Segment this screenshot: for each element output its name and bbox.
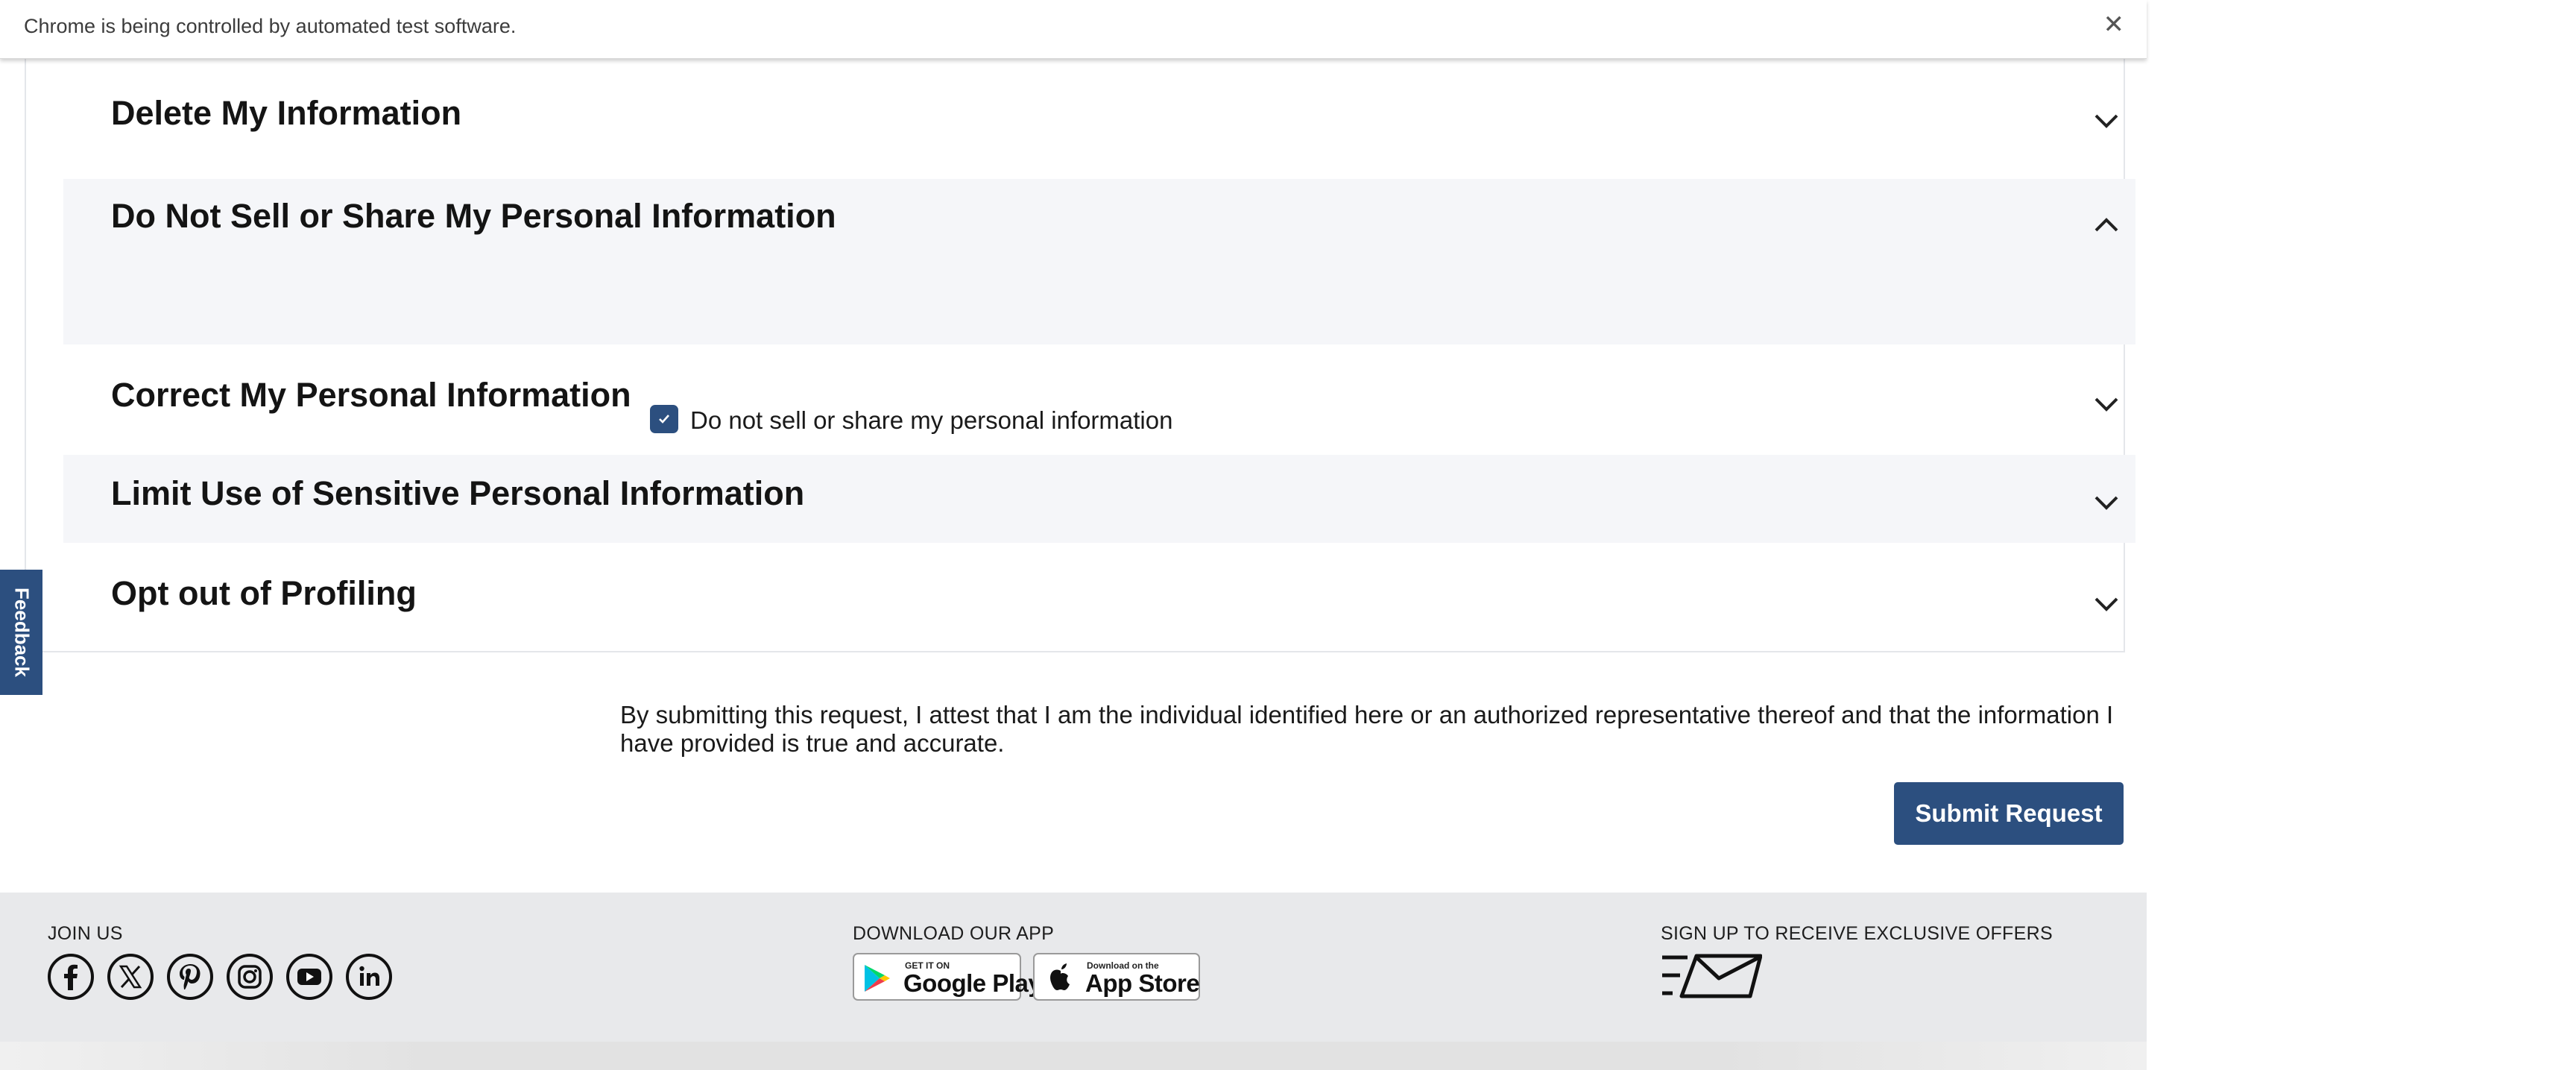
close-icon[interactable]: ✕ — [2103, 12, 2125, 37]
instagram-icon[interactable] — [226, 953, 274, 1001]
feedback-label: Feedback — [10, 588, 33, 677]
youtube-icon[interactable] — [285, 953, 333, 1001]
signup-label: SIGN UP TO RECEIVE EXCLUSIVE OFFERS — [1661, 923, 2053, 944]
chevron-down-icon[interactable] — [2094, 397, 2119, 412]
google-play-badge[interactable]: GET IT ON Google Play — [853, 953, 1042, 1001]
feedback-tab[interactable]: Feedback — [0, 570, 42, 695]
accordion-do-not-sell[interactable]: Do Not Sell or Share My Personal Informa… — [63, 179, 2135, 434]
google-play-icon — [865, 965, 890, 992]
facebook-icon[interactable] — [47, 953, 95, 1001]
accordion-opt-out-profiling[interactable]: Opt out of Profiling — [63, 543, 2135, 647]
accordion-title: Correct My Personal Information — [111, 376, 631, 414]
accordion-title: Do Not Sell or Share My Personal Informa… — [111, 197, 836, 235]
accordion-delete-info[interactable]: Delete My Information — [63, 58, 2135, 157]
chevron-up-icon[interactable] — [2094, 218, 2119, 233]
pinterest-icon[interactable] — [166, 953, 214, 1001]
attestation-text: By submitting this request, I attest tha… — [620, 701, 2114, 757]
submit-request-button[interactable]: Submit Request — [1894, 782, 2124, 845]
envelope-icon[interactable] — [1661, 953, 1762, 999]
x-icon[interactable] — [107, 953, 154, 1001]
chevron-down-icon[interactable] — [2094, 495, 2119, 510]
apple-icon — [1050, 963, 1070, 990]
privacy-request-panel: Delete My Information Do Not Sell or Sha… — [25, 58, 2135, 652]
blank-gutter — [2147, 0, 2576, 1070]
app-store-big-text: App Store — [1085, 969, 1200, 997]
app-store-badge[interactable]: Download on the App Store — [1033, 953, 1200, 1001]
accordion-title: Delete My Information — [111, 94, 462, 132]
footer-bottom-strip — [0, 1042, 2147, 1070]
chevron-down-icon[interactable] — [2094, 113, 2119, 128]
infobar-message: Chrome is being controlled by automated … — [24, 15, 517, 37]
join-us-label: JOIN US — [48, 923, 123, 944]
automation-infobar: Chrome is being controlled by automated … — [0, 0, 2147, 59]
download-app-label: DOWNLOAD OUR APP — [853, 923, 1055, 944]
accordion-correct-info[interactable]: Correct My Personal Information — [63, 344, 2135, 444]
accordion-title: Limit Use of Sensitive Personal Informat… — [111, 474, 805, 512]
linkedin-icon[interactable] — [345, 953, 393, 1001]
chevron-down-icon[interactable] — [2094, 597, 2119, 611]
google-play-big-text: Google Play — [903, 969, 1042, 997]
accordion-limit-sensitive[interactable]: Limit Use of Sensitive Personal Informat… — [63, 455, 2135, 543]
accordion-title: Opt out of Profiling — [111, 574, 417, 612]
